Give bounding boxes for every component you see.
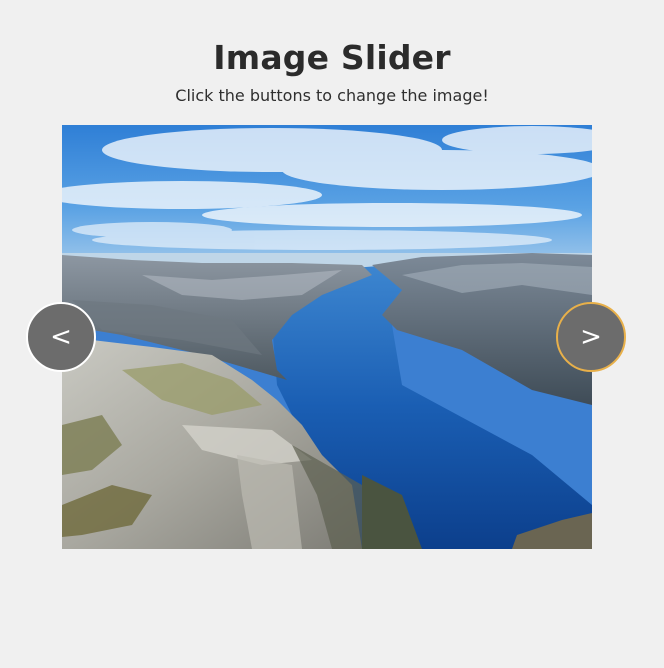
page-title: Image Slider	[213, 38, 451, 77]
prev-button-label: <	[50, 322, 72, 352]
slide-image	[62, 125, 592, 549]
next-button[interactable]: >	[556, 302, 626, 372]
next-button-label: >	[580, 322, 602, 352]
image-slider	[62, 125, 592, 549]
page-subtitle: Click the buttons to change the image!	[175, 86, 489, 105]
prev-button[interactable]: <	[26, 302, 96, 372]
